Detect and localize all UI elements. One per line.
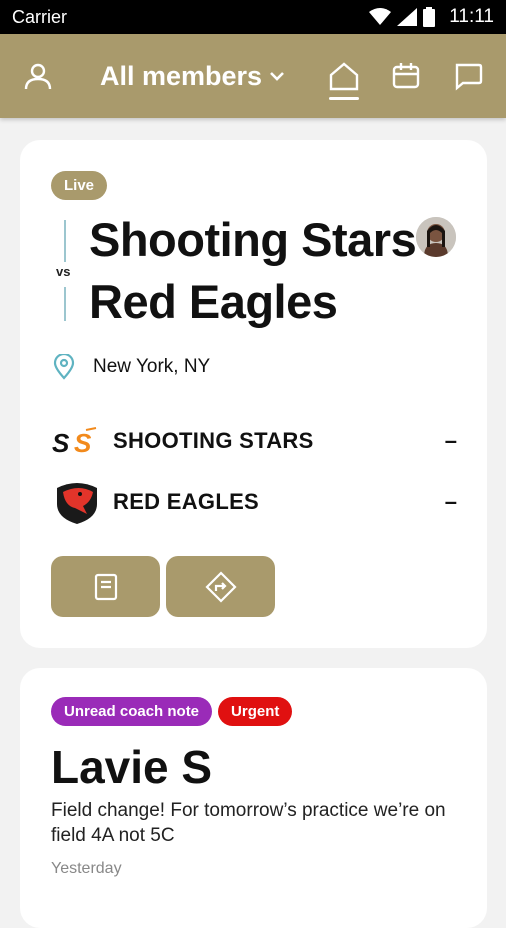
carrier-label: Carrier xyxy=(12,6,68,27)
battery-icon xyxy=(423,7,436,27)
calendar-tab[interactable] xyxy=(386,56,426,96)
profile-icon xyxy=(24,63,52,90)
member-filter-label: All members xyxy=(100,60,263,91)
live-badge: Live xyxy=(51,171,108,200)
avatar[interactable] xyxy=(416,217,456,257)
team-score: – xyxy=(444,489,457,514)
home-team-title: Shooting Stars xyxy=(89,213,417,266)
calendar-icon xyxy=(392,63,420,89)
note-timestamp: Yesterday xyxy=(51,860,122,877)
player-avatar-icon xyxy=(416,217,456,257)
team-row: S S SHOOTING STARS – xyxy=(51,416,457,466)
signal-icon xyxy=(397,8,418,26)
location-pin-icon xyxy=(53,354,75,380)
home-icon xyxy=(329,62,359,91)
note-body: Field change! For tomorrow’s practice we… xyxy=(51,800,446,846)
directions-button[interactable] xyxy=(166,556,275,617)
unread-badge: Unread coach note xyxy=(51,697,213,726)
status-icons: 11:11 xyxy=(369,6,494,28)
active-tab-indicator xyxy=(329,97,359,100)
member-filter-dropdown[interactable]: All members xyxy=(100,61,286,92)
team-score: – xyxy=(444,428,457,453)
wifi-icon xyxy=(369,8,392,25)
document-icon xyxy=(94,573,117,600)
chat-icon xyxy=(455,63,483,91)
away-team-title: Red Eagles xyxy=(89,275,338,328)
game-details-button[interactable] xyxy=(51,556,160,617)
vs-label: vs xyxy=(56,264,71,279)
team-row: RED EAGLES – xyxy=(51,477,457,527)
team-name: SHOOTING STARS xyxy=(113,428,314,453)
coach-note-card[interactable]: Unread coach note Urgent Lavie S Field c… xyxy=(20,668,487,928)
team-name: RED EAGLES xyxy=(113,489,260,514)
svg-text:S: S xyxy=(52,428,70,456)
directions-icon xyxy=(204,570,237,603)
clock: 11:11 xyxy=(449,6,494,27)
vs-divider-bottom xyxy=(64,287,66,321)
game-card[interactable]: Live vs Shooting Stars Red Eagles New Yo… xyxy=(20,140,487,648)
home-tab[interactable] xyxy=(324,56,364,100)
chevron-down-icon xyxy=(270,72,284,81)
svg-text:S: S xyxy=(74,428,92,456)
game-location: New York, NY xyxy=(53,354,210,380)
app-bar: All members xyxy=(0,34,506,118)
shooting-stars-logo-icon: S S xyxy=(51,416,103,466)
note-badges: Unread coach note Urgent xyxy=(51,697,293,726)
vs-divider-top xyxy=(64,220,66,262)
red-eagles-logo-icon xyxy=(51,477,103,527)
note-author: Lavie S xyxy=(51,741,213,793)
location-text: New York, NY xyxy=(93,356,211,377)
status-bar: Carrier 11:11 xyxy=(0,0,506,34)
chat-tab[interactable] xyxy=(448,56,488,96)
profile-button[interactable] xyxy=(18,56,58,96)
urgent-badge: Urgent xyxy=(218,697,293,726)
